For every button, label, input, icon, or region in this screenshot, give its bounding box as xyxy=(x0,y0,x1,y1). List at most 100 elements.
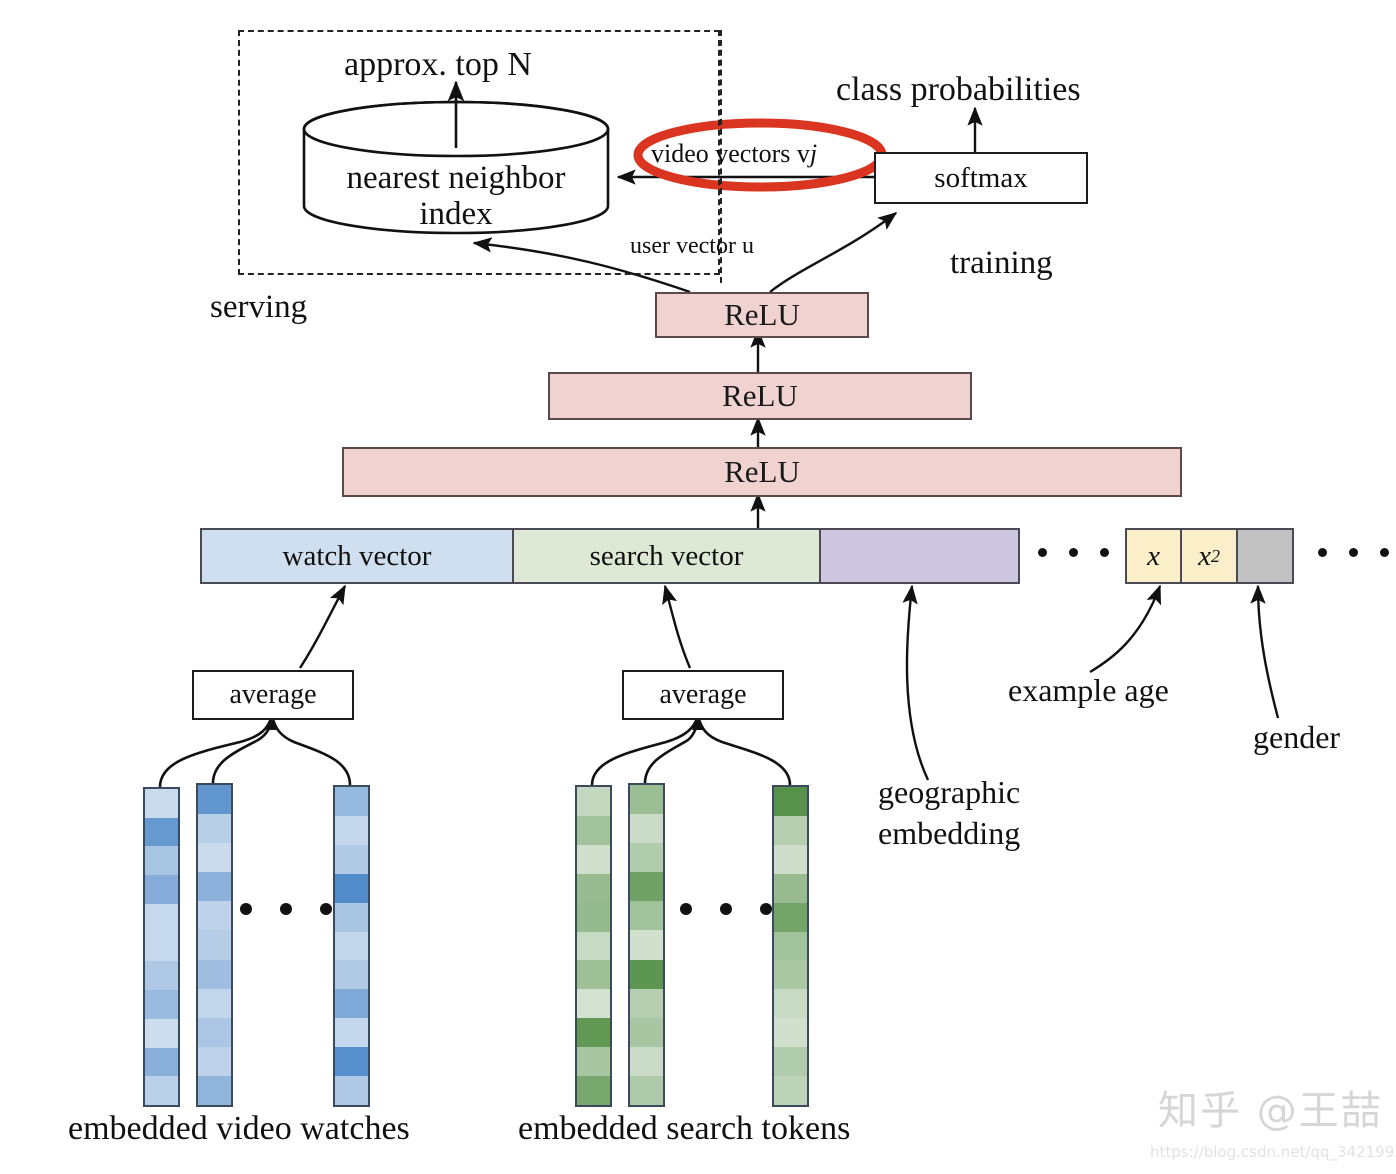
search-embedding-col-3-cell-4 xyxy=(774,873,807,903)
search-embedding-col-3-cell-3 xyxy=(774,844,807,874)
watch-embedding-col-3-cell-2 xyxy=(335,815,368,845)
search-embedding-column-1[interactable] xyxy=(575,785,612,1107)
watch-embedding-col-3-cell-5 xyxy=(335,902,368,932)
feature-segment-watch-vector[interactable]: watch vector xyxy=(200,528,514,584)
feature-bar-ellipsis-right xyxy=(1318,548,1389,557)
watch-embedding-column-2[interactable] xyxy=(196,783,233,1107)
average-box-search[interactable]: average xyxy=(622,670,784,720)
search-embedding-col-2-cell-7 xyxy=(630,959,663,989)
search-caption-text: embedded search tokens xyxy=(518,1110,851,1147)
search-embedding-col-1-cell-4 xyxy=(577,873,610,903)
feature-segment-search-vector[interactable]: search vector xyxy=(513,528,821,584)
search-embedding-col-2-cell-3 xyxy=(630,843,663,873)
example-age-x-squared-base: x xyxy=(1198,539,1211,572)
search-embedding-col-2-cell-2 xyxy=(630,814,663,844)
arrow-gender-callout xyxy=(1250,584,1280,719)
video-vectors-subscript: j xyxy=(809,139,818,168)
search-embedding-col-2-cell-9 xyxy=(630,1017,663,1047)
softmax-box[interactable]: softmax xyxy=(874,152,1088,204)
user-vector-label: user vector u xyxy=(630,233,754,259)
arrow-example-age-callout xyxy=(1089,584,1162,674)
feature-bar-ellipsis-left xyxy=(1038,548,1109,557)
watch-embedding-col-2-cell-2 xyxy=(198,814,231,844)
search-embedding-ellipsis xyxy=(680,903,772,915)
search-embedding-col-3-cell-2 xyxy=(774,815,807,845)
search-embedding-col-3-cell-6 xyxy=(774,931,807,961)
watch-embedding-col-2-cell-3 xyxy=(198,843,231,873)
zhihu-watermark-text: 知乎 @王喆 xyxy=(1158,1088,1383,1134)
search-embedding-col-1-cell-10 xyxy=(577,1047,610,1077)
watch-embedding-col-2-cell-5 xyxy=(198,901,231,931)
watch-embedding-column-1[interactable] xyxy=(143,787,180,1107)
search-embedding-col-1-cell-9 xyxy=(577,1018,610,1048)
feature-segment-example-age-x-squared[interactable]: x2 xyxy=(1181,528,1238,584)
feature-segment-gender[interactable] xyxy=(1237,528,1294,584)
watch-embedding-col-1-cell-11 xyxy=(145,1076,178,1106)
geographic-embedding-callout-label: geographic embedding xyxy=(878,772,1020,854)
geographic-embedding-line-1: geographic xyxy=(878,774,1021,810)
relu-layer-top[interactable]: ReLU xyxy=(655,292,869,338)
relu-layer-bottom[interactable]: ReLU xyxy=(342,447,1182,497)
search-embedding-col-2-cell-6 xyxy=(630,930,663,960)
relu-mid-label: ReLU xyxy=(722,378,798,413)
search-vector-label: search vector xyxy=(589,539,744,572)
watch-embedding-col-3-cell-10 xyxy=(335,1047,368,1077)
relu-layer-mid[interactable]: ReLU xyxy=(548,372,972,420)
example-age-x-label: x xyxy=(1147,539,1160,572)
watch-embedding-col-1-cell-9 xyxy=(145,1018,178,1048)
search-embedding-col-2-cell-8 xyxy=(630,988,663,1018)
watch-embedding-col-2-cell-7 xyxy=(198,959,231,989)
watch-embedding-col-3-cell-6 xyxy=(335,931,368,961)
embedded-search-tokens-caption: embedded search tokens xyxy=(518,1110,850,1147)
softmax-label: softmax xyxy=(934,161,1028,194)
watch-embedding-column-3[interactable] xyxy=(333,785,370,1107)
watch-embedding-col-1-cell-1 xyxy=(145,789,178,818)
video-vectors-label: video vectors vj xyxy=(651,139,818,169)
figure-canvas: approx. top N nearest neighbor index ser… xyxy=(0,0,1396,1174)
class-probabilities-text: class probabilities xyxy=(836,71,1081,108)
index-label-line-1: nearest neighbor xyxy=(346,160,566,196)
arrow-average-search-to-search-vector xyxy=(662,584,692,669)
watch-embedding-col-2-cell-4 xyxy=(198,872,231,902)
watch-embedding-col-2-cell-10 xyxy=(198,1046,231,1076)
watch-embedding-col-3-cell-11 xyxy=(335,1076,368,1105)
watch-embedding-col-1-cell-4 xyxy=(145,875,178,904)
user-vector-text: user vector u xyxy=(630,233,754,259)
search-embedding-column-3[interactable] xyxy=(772,785,809,1107)
search-embedding-col-1-cell-11 xyxy=(577,1076,610,1105)
search-embedding-col-1-cell-8 xyxy=(577,989,610,1019)
approx-top-n-text: approx. top N xyxy=(344,46,532,83)
search-embedding-col-3-cell-9 xyxy=(774,1018,807,1048)
search-embedding-col-2-cell-10 xyxy=(630,1046,663,1076)
watch-embedding-ellipsis xyxy=(240,903,332,915)
average-box-watch[interactable]: average xyxy=(192,670,354,720)
watch-embedding-col-3-cell-9 xyxy=(335,1018,368,1048)
relu-bottom-label: ReLU xyxy=(724,454,800,489)
watch-embedding-col-1-cell-8 xyxy=(145,990,178,1019)
watch-embedding-col-1-cell-6 xyxy=(145,932,178,962)
search-embedding-col-1-cell-1 xyxy=(577,787,610,816)
index-label-line-2: index xyxy=(419,196,493,233)
training-text: training xyxy=(950,245,1053,281)
example-age-text: example age xyxy=(1008,672,1169,708)
zhihu-watermark: 知乎 @王喆 xyxy=(1158,1078,1383,1136)
serving-text: serving xyxy=(210,289,308,325)
arrow-relu-to-softmax xyxy=(769,212,898,293)
feature-segment-example-age-x[interactable]: x xyxy=(1125,528,1182,584)
search-embedding-col-3-cell-11 xyxy=(774,1076,807,1105)
search-embedding-column-2[interactable] xyxy=(628,783,665,1107)
watch-embedding-col-1-cell-5 xyxy=(145,903,178,933)
embedded-video-watches-caption: embedded video watches xyxy=(68,1110,410,1147)
class-probabilities-label: class probabilities xyxy=(836,71,1081,108)
feature-segment-geographic-embedding[interactable] xyxy=(820,528,1020,584)
search-embedding-col-3-cell-10 xyxy=(774,1047,807,1077)
search-embedding-col-2-cell-4 xyxy=(630,872,663,902)
relu-top-label: ReLU xyxy=(724,297,800,332)
search-embedding-col-2-cell-1 xyxy=(630,785,663,815)
search-embedding-col-2-cell-11 xyxy=(630,1075,663,1106)
search-embedding-col-1-cell-7 xyxy=(577,960,610,990)
search-embedding-col-1-cell-2 xyxy=(577,815,610,845)
watch-embedding-col-1-cell-7 xyxy=(145,961,178,991)
arrow-geographic-embedding-callout xyxy=(902,584,930,781)
watch-embedding-col-2-cell-11 xyxy=(198,1075,231,1106)
